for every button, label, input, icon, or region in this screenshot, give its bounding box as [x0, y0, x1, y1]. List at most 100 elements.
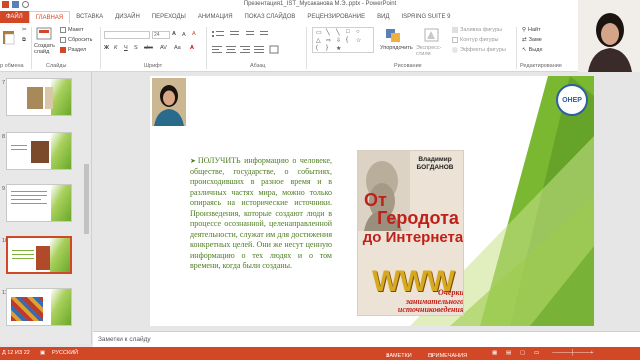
bracket-icon[interactable]: ( — [316, 45, 318, 51]
book-title-line-2: Геродота — [377, 208, 459, 228]
find-button[interactable]: ⚲ Найт — [522, 27, 541, 33]
new-slide-icon[interactable] — [36, 27, 52, 41]
text-box-icon[interactable]: ▭ — [316, 29, 322, 36]
organization-logo: ОНЕР — [556, 84, 588, 116]
paste-icon[interactable] — [2, 29, 16, 45]
line-icon[interactable]: ╲ — [326, 29, 330, 36]
line-icon[interactable]: ╲ — [336, 29, 340, 36]
notes-pane[interactable]: Заметки к слайду — [93, 331, 640, 347]
quick-styles-button[interactable]: Экспресс-стили — [416, 45, 450, 57]
rectangle-icon[interactable]: □ — [346, 29, 350, 35]
cursor-icon: ↖ — [522, 47, 527, 53]
tab-ispring[interactable]: ISPRING SUITE 9 — [395, 11, 456, 23]
star-icon[interactable]: ★ — [336, 45, 341, 52]
find-label: Найт — [528, 27, 541, 33]
arrange-icon[interactable] — [384, 27, 404, 43]
slide-sorter-icon[interactable]: ▤ — [506, 350, 511, 356]
tab-home[interactable]: ГЛАВНАЯ — [28, 11, 71, 23]
status-bar: Д 12 ИЗ 22 ▣ РУССКИЙ ≡ ЗАМЕТКИ ▭ ПРИМЕЧА… — [0, 347, 640, 360]
shape-outline-button[interactable]: Контур фигуры — [452, 37, 498, 43]
ellipse-icon[interactable]: ○ — [356, 29, 360, 35]
thumbnails-scrollbar[interactable] — [83, 74, 90, 342]
replace-icon: ⇄ — [522, 37, 527, 43]
slide-thumbnail[interactable] — [6, 78, 72, 116]
select-button[interactable]: ↖ Выде — [522, 47, 543, 53]
underline-icon[interactable]: Ч — [124, 45, 128, 51]
triangle-icon[interactable]: △ — [316, 37, 321, 44]
tab-design[interactable]: ДИЗАЙН — [109, 11, 146, 23]
reading-view-icon[interactable]: ▢ — [520, 350, 525, 356]
font-size-field[interactable]: 24 — [152, 31, 170, 39]
slide-thumbnail[interactable] — [6, 132, 72, 170]
font-color-icon[interactable]: A — [190, 45, 194, 51]
drawing-group-label: Рисование — [394, 63, 422, 69]
shape-outline-label: Контур фигуры — [460, 37, 499, 43]
slide-thumbnail-selected[interactable] — [6, 236, 72, 274]
language-indicator[interactable]: РУССКИЙ — [52, 350, 78, 356]
shrink-font-icon[interactable]: A — [182, 32, 186, 38]
create-slide-button[interactable]: Создать слайд — [34, 43, 58, 55]
copy-icon[interactable]: ⧉ — [22, 37, 26, 44]
grow-font-icon[interactable]: A — [172, 31, 176, 37]
zoom-slider[interactable]: −────┼────+ — [552, 350, 594, 356]
thumbnail-image — [31, 141, 49, 163]
slide-body-text[interactable]: ➤ ПОЛУЧИТЬ информацию о человеке, обществ… — [190, 156, 332, 272]
arrow-down-icon[interactable]: ⇩ — [336, 37, 341, 44]
divider — [306, 27, 307, 69]
section-label: Раздел — [68, 47, 87, 53]
notes-toggle-label: ЗАМЕТКИ — [386, 353, 412, 359]
spellcheck-icon[interactable]: ▣ — [40, 350, 45, 356]
spacing-icon[interactable]: AV — [160, 45, 167, 51]
replace-button[interactable]: ⇄ Заме — [522, 37, 542, 43]
thumbnail-number: 9 — [2, 186, 6, 192]
tab-transitions[interactable]: ПЕРЕХОДЫ — [146, 11, 192, 23]
normal-view-icon[interactable]: ▦ — [492, 350, 497, 356]
book-cover-image[interactable]: Владимир БОГДАНОВ От Геродота до Интерне… — [357, 150, 464, 316]
shadow-icon[interactable]: S — [134, 45, 138, 51]
shape-gallery[interactable]: ▭ ╲ ╲ □ ○ △ ⇨ ⇩ { ☆ ( } ★ — [312, 27, 374, 53]
shape-fill-button[interactable]: Заливка фигуры — [452, 27, 502, 33]
layout-button[interactable]: Макет — [60, 27, 84, 33]
tab-slide-show[interactable]: ПОКАЗ СЛАЙДОВ — [239, 11, 302, 23]
slideshow-icon[interactable]: ▭ — [534, 350, 539, 356]
divider — [516, 27, 517, 69]
italic-icon[interactable]: К — [114, 45, 117, 51]
title-bar: Презентация1_IST_Мусаканова М.Э..pptx - … — [0, 0, 640, 11]
arrow-right-icon[interactable]: ⇨ — [326, 37, 331, 44]
arrange-button[interactable]: Упорядочить — [380, 45, 413, 51]
shape-effects-button[interactable]: Эффекты фигуры — [452, 47, 506, 53]
quick-styles-icon[interactable] — [424, 27, 440, 43]
bullet-arrow-icon: ➤ — [190, 157, 196, 165]
shape-fill-label: Заливка фигуры — [460, 27, 503, 33]
slide-thumbnail[interactable] — [6, 184, 72, 222]
star-icon[interactable]: ☆ — [356, 37, 361, 44]
paragraph-controls[interactable] — [212, 29, 302, 59]
font-name-field[interactable] — [104, 31, 150, 39]
tab-insert[interactable]: ВСТАВКА — [70, 11, 109, 23]
reset-label: Сбросить — [68, 37, 93, 43]
ribbon: ✂ ⧉ р обмена Создать слайд Макет Сбросит… — [0, 23, 640, 72]
tab-view[interactable]: ВИД — [371, 11, 395, 23]
strikethrough-icon[interactable]: abc — [144, 45, 153, 51]
cut-icon[interactable]: ✂ — [22, 27, 27, 33]
thumbnail-decoration — [51, 133, 71, 169]
slide-canvas[interactable]: ОНЕР ➤ ПОЛУЧИТЬ информацию о человеке, об… — [150, 76, 594, 326]
pen-icon — [452, 37, 458, 43]
thumbnail-image — [45, 87, 53, 109]
clear-format-icon[interactable]: A — [192, 31, 196, 37]
binoculars-icon: ⚲ — [522, 27, 527, 33]
case-icon[interactable]: Aa — [174, 45, 181, 51]
tab-animation[interactable]: АНИМАЦИЯ — [192, 11, 239, 23]
scrollbar-thumb[interactable] — [84, 164, 89, 234]
thumbnail-line — [11, 199, 41, 200]
brace-icon[interactable]: { — [346, 37, 348, 43]
reset-button[interactable]: Сбросить — [60, 37, 92, 43]
tab-review[interactable]: РЕЦЕНЗИРОВАНИЕ — [301, 11, 371, 23]
section-button[interactable]: Раздел — [60, 47, 86, 53]
thumbnail-image — [11, 297, 43, 321]
slide-thumbnail[interactable] — [6, 288, 72, 326]
brace-icon[interactable]: } — [326, 45, 328, 51]
tab-file[interactable]: ФАЙЛ — [0, 11, 29, 23]
bold-icon[interactable]: Ж — [104, 45, 109, 51]
thumbnail-line — [12, 250, 34, 251]
